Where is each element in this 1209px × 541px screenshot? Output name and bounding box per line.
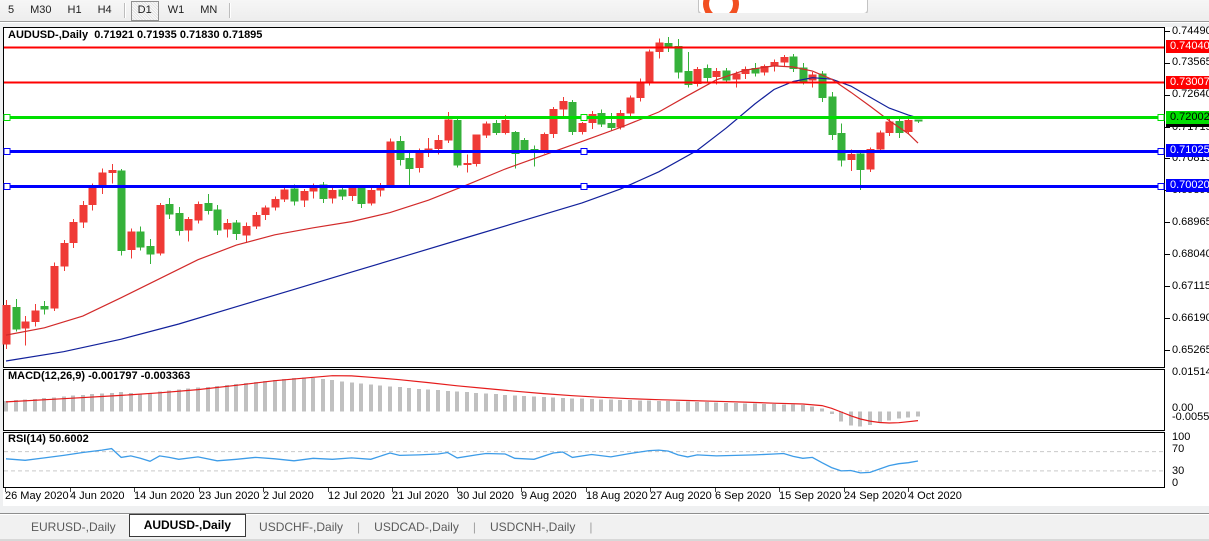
toolbar-separator — [124, 3, 126, 18]
tab-separator: | — [588, 520, 593, 534]
tab-eurusd-daily[interactable]: EURUSD-,Daily — [18, 517, 129, 537]
timeframe-m5-button[interactable]: 5 — [1, 1, 21, 21]
tab-usdcad-daily[interactable]: USDCAD-,Daily — [361, 517, 472, 537]
rsi-indicator-pane[interactable] — [3, 432, 1165, 488]
timeframe-toolbar: 5 M30 H1 H4 D1 W1 MN — [0, 0, 1209, 22]
timeframe-w1-button[interactable]: W1 — [161, 1, 192, 21]
timeframe-h1-button[interactable]: H1 — [61, 1, 89, 21]
time-scale-axis[interactable] — [3, 488, 1165, 506]
tab-usdcnh-daily[interactable]: USDCNH-,Daily — [477, 517, 588, 537]
macd-indicator-pane[interactable] — [3, 369, 1165, 431]
tab-usdchf-daily[interactable]: USDCHF-,Daily — [246, 517, 356, 537]
timeframe-m30-button[interactable]: M30 — [23, 1, 58, 21]
watermark-logo — [698, 0, 868, 13]
timeframe-mn-button[interactable]: MN — [193, 1, 224, 21]
logo-swoosh-icon — [698, 0, 744, 13]
timeframe-h4-button[interactable]: H4 — [91, 1, 119, 21]
toolbar-separator — [229, 3, 231, 18]
tab-audusd-daily[interactable]: AUDUSD-,Daily — [129, 514, 246, 537]
price-chart-pane[interactable] — [3, 27, 1165, 368]
chart-tab-bar: EURUSD-,DailyAUDUSD-,DailyUSDCHF-,Daily |… — [0, 513, 1209, 539]
timeframe-d1-button[interactable]: D1 — [131, 1, 159, 21]
price-scale-axis[interactable] — [1165, 27, 1209, 506]
